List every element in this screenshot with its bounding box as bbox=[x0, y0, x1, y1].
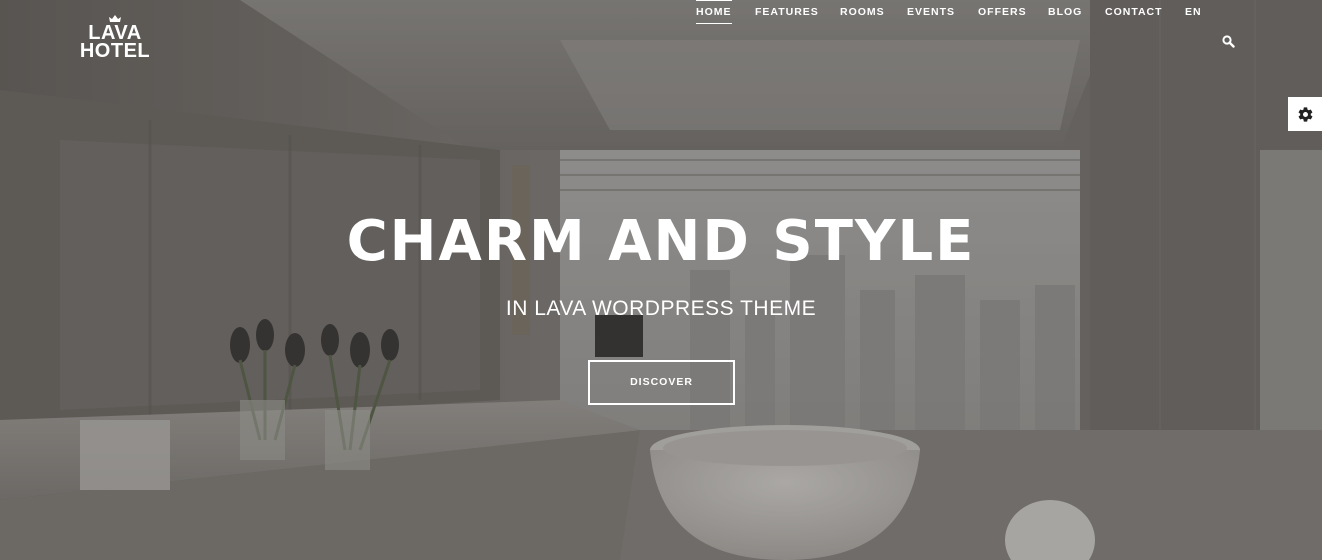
hero-headline: CHARM AND STYLE bbox=[346, 209, 976, 274]
site-logo[interactable]: LAVA HOTEL bbox=[78, 15, 152, 62]
image-overlay bbox=[0, 0, 1322, 560]
nav-item-offers[interactable]: OFFERS bbox=[978, 0, 1027, 24]
search-icon bbox=[1222, 35, 1235, 48]
hero-subheadline: IN LAVA WORDPRESS THEME bbox=[505, 297, 817, 320]
nav-item-events[interactable]: EVENTS bbox=[907, 0, 955, 24]
search-button[interactable] bbox=[1222, 35, 1235, 48]
settings-button[interactable] bbox=[1288, 97, 1322, 131]
logo-line-2: HOTEL bbox=[79, 40, 151, 62]
hero-section: LAVA HOTEL HOME FEATURES ROOMS EVENTS OF… bbox=[0, 0, 1322, 560]
nav-item-language[interactable]: EN bbox=[1185, 0, 1202, 24]
nav-item-rooms[interactable]: ROOMS bbox=[840, 0, 885, 24]
nav-item-contact[interactable]: CONTACT bbox=[1105, 0, 1163, 24]
nav-item-features[interactable]: FEATURES bbox=[755, 0, 819, 24]
nav-item-blog[interactable]: BLOG bbox=[1048, 0, 1082, 24]
discover-button[interactable]: DISCOVER bbox=[588, 360, 735, 405]
gear-icon bbox=[1298, 106, 1312, 122]
nav-item-home[interactable]: HOME bbox=[696, 0, 732, 24]
